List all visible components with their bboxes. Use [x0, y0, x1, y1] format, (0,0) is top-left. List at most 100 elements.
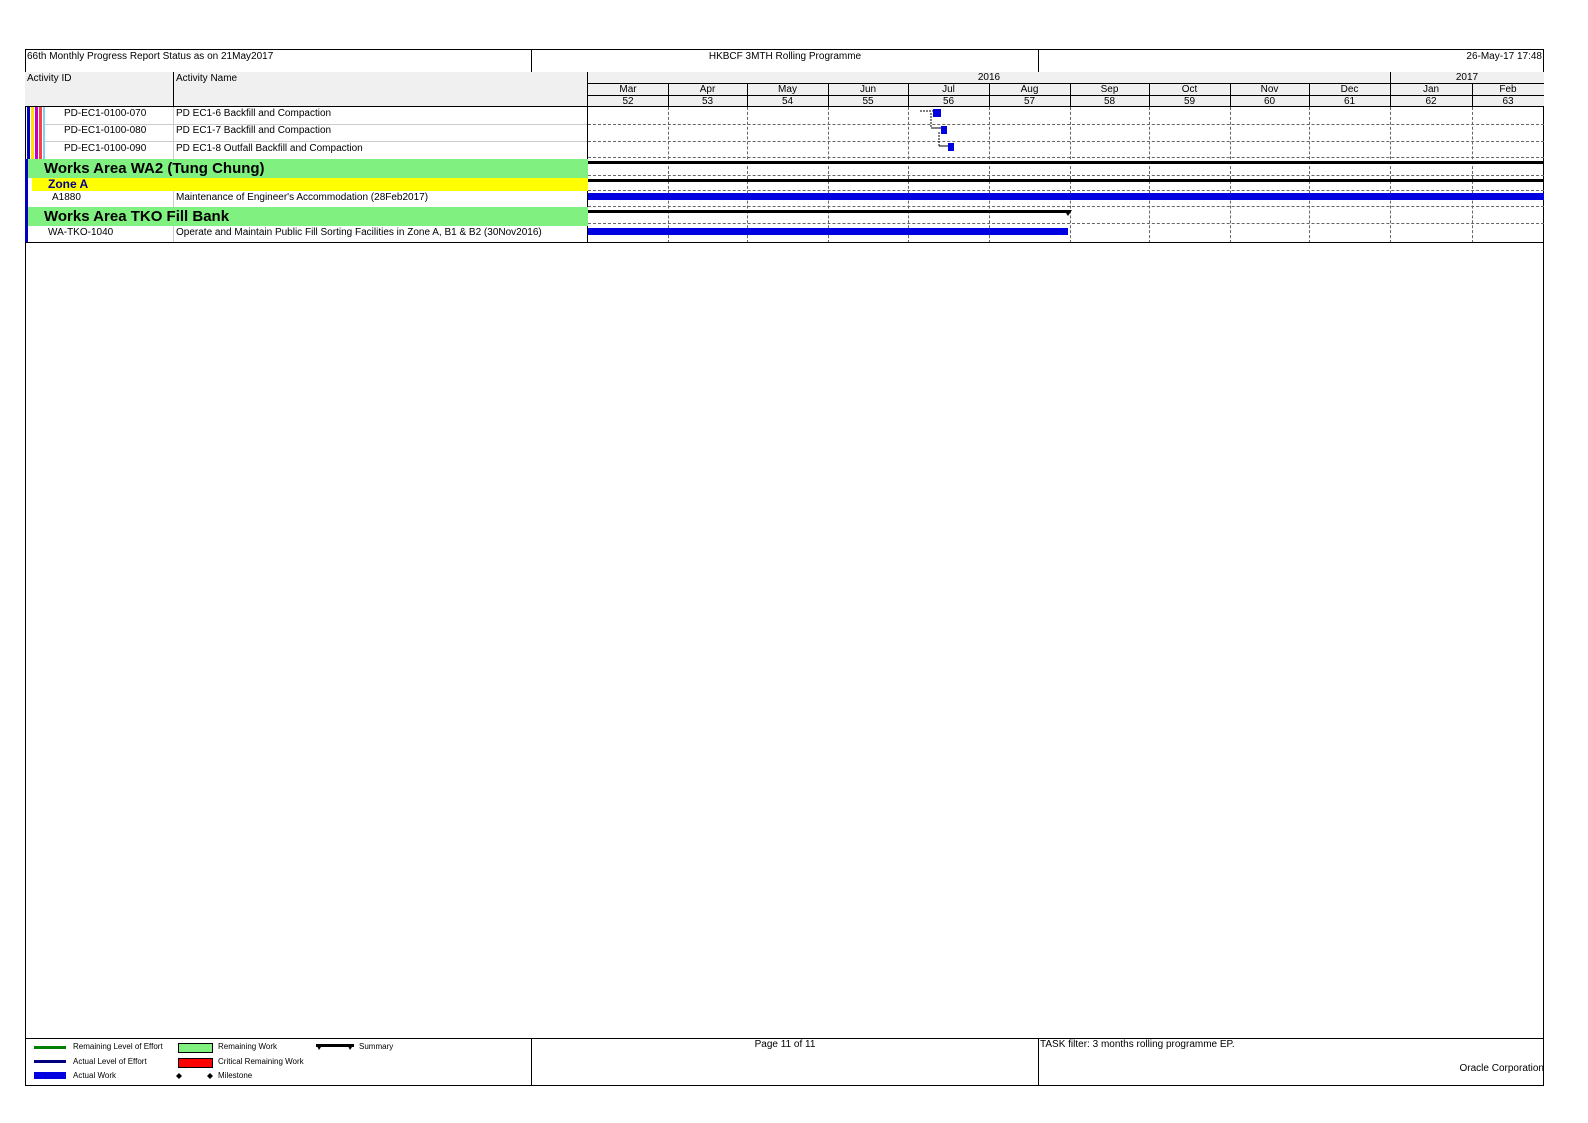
- summary-bar-zone-a[interactable]: [588, 179, 1544, 182]
- month-divider: [1149, 84, 1150, 107]
- actual-work-bar-pd-ec1-0100-080[interactable]: [941, 126, 947, 134]
- month-divider: [828, 84, 829, 107]
- month-label: Jul: [942, 84, 955, 95]
- week-label: 53: [701, 96, 714, 107]
- week-label: 60: [1263, 96, 1276, 107]
- week-label: 59: [1183, 96, 1196, 107]
- grid-row-line: [588, 124, 1544, 125]
- month-label: Feb: [1499, 84, 1517, 95]
- year-label-2017: 2017: [1455, 72, 1479, 83]
- week-label: 62: [1425, 96, 1437, 107]
- legend-label: Actual Level of Effort: [73, 1057, 147, 1066]
- row-col-divider: [173, 191, 174, 207]
- grid-row-line: [588, 175, 1544, 176]
- row-col-divider: [173, 226, 174, 243]
- week-label: 56: [942, 96, 955, 107]
- month-divider: [1309, 84, 1310, 107]
- remaining-loe-icon: [34, 1046, 66, 1049]
- month-divider: [668, 84, 669, 107]
- grid-row-line: [588, 190, 1544, 191]
- legend-label: Critical Remaining Work: [218, 1057, 304, 1066]
- wbs-title-wa2[interactable]: Works Area WA2 (Tung Chung): [44, 160, 265, 178]
- actual-work-bar-pd-ec1-0100-070[interactable]: [933, 109, 941, 117]
- month-divider: [908, 84, 909, 107]
- month-label: Sep: [1100, 84, 1119, 95]
- activity-id[interactable]: PD-EC1-0100-070: [64, 106, 146, 122]
- page-number: Page 11 of 11: [754, 1039, 816, 1050]
- month-label: Mar: [619, 84, 637, 95]
- vendor-label: Oracle Corporation: [1459, 1063, 1544, 1074]
- month-divider: [747, 84, 748, 107]
- year-divider: [1390, 72, 1391, 84]
- actual-loe-icon: [34, 1060, 66, 1063]
- column-header-band: [25, 72, 588, 107]
- summary-end-marker: [1064, 210, 1072, 216]
- month-label: Aug: [1020, 84, 1039, 95]
- summary-bar-icon: [316, 1044, 354, 1050]
- week-label: 57: [1023, 96, 1036, 107]
- wbs-title-tko[interactable]: Works Area TKO Fill Bank: [44, 208, 229, 226]
- activity-id[interactable]: A1880: [52, 190, 81, 206]
- month-divider: [989, 84, 990, 107]
- month-label: Dec: [1340, 84, 1359, 95]
- column-header-activity-id[interactable]: Activity ID: [27, 73, 71, 85]
- week-label: 61: [1343, 96, 1356, 107]
- wbs-indent-bar-2: [31, 107, 34, 159]
- year-label-2016: 2016: [977, 72, 1001, 83]
- wbs-indent-bar-5: [43, 107, 45, 159]
- month-label: Nov: [1260, 84, 1279, 95]
- activity-name[interactable]: PD EC1-8 Outfall Backfill and Compaction: [176, 141, 363, 157]
- month-label: May: [778, 84, 797, 95]
- month-divider: [1070, 84, 1071, 107]
- grid-row-line: [588, 223, 1544, 224]
- month-label: Jun: [859, 84, 877, 95]
- month-divider: [1390, 84, 1391, 107]
- activity-name[interactable]: PD EC1-7 Backfill and Compaction: [176, 123, 331, 139]
- week-label: 52: [622, 96, 634, 107]
- week-label: 54: [781, 96, 794, 107]
- report-status-title: 66th Monthly Progress Report Status as o…: [25, 49, 532, 73]
- column-divider: [173, 72, 174, 107]
- week-label: 63: [1502, 96, 1514, 107]
- activity-name[interactable]: Operate and Maintain Public Fill Sorting…: [176, 225, 542, 241]
- print-timestamp: 26-May-17 17:48: [1466, 51, 1542, 62]
- row-col-divider: [173, 107, 174, 159]
- column-header-activity-name[interactable]: Activity Name: [176, 73, 237, 85]
- table-bottom: [25, 242, 1544, 243]
- actual-work-bar-pd-ec1-0100-090[interactable]: [948, 143, 954, 151]
- grid-row-line: [588, 157, 1544, 158]
- remaining-work-icon: [178, 1043, 213, 1053]
- month-label: Apr: [699, 84, 716, 95]
- summary-bar-wa2[interactable]: [588, 161, 1544, 164]
- legend-label: Remaining Level of Effort: [73, 1042, 163, 1051]
- programme-title: HKBCF 3MTH Rolling Programme: [532, 49, 1039, 73]
- legend-label: Summary: [359, 1042, 394, 1051]
- month-label: Jan: [1422, 84, 1440, 95]
- week-label: 58: [1103, 96, 1116, 107]
- activity-name[interactable]: Maintenance of Engineer's Accommodation …: [176, 190, 428, 206]
- month-label: Oct: [1181, 84, 1198, 95]
- summary-bar-tko[interactable]: [588, 210, 1068, 213]
- month-divider: [1472, 84, 1473, 107]
- wbs-indent-bar-1: [27, 107, 30, 159]
- activity-id[interactable]: WA-TKO-1040: [48, 225, 113, 241]
- legend-label: Actual Work: [73, 1071, 116, 1080]
- grid-row-line: [588, 141, 1544, 142]
- wbs-indent-bar-4: [39, 107, 42, 159]
- actual-work-icon: [34, 1072, 66, 1079]
- activity-name[interactable]: PD EC1-6 Backfill and Compaction: [176, 106, 331, 122]
- milestone-diamond-icon: [176, 1073, 213, 1079]
- month-divider: [1230, 84, 1231, 107]
- grid-row-line: [588, 206, 1544, 207]
- legend-label: Remaining Work: [218, 1042, 277, 1051]
- legend-label: Milestone: [218, 1071, 253, 1080]
- critical-work-icon: [178, 1058, 213, 1068]
- week-label: 55: [862, 96, 874, 107]
- task-filter: TASK filter: 3 months rolling programme …: [1040, 1039, 1235, 1050]
- activity-id[interactable]: PD-EC1-0100-090: [64, 141, 146, 157]
- activity-id[interactable]: PD-EC1-0100-080: [64, 123, 146, 139]
- actual-work-bar-a1880[interactable]: [588, 193, 1544, 200]
- wbs-indent-bar-3: [35, 107, 38, 159]
- actual-work-bar-wa-tko-1040[interactable]: [588, 228, 1068, 235]
- footer-col-divider: [1038, 1038, 1039, 1086]
